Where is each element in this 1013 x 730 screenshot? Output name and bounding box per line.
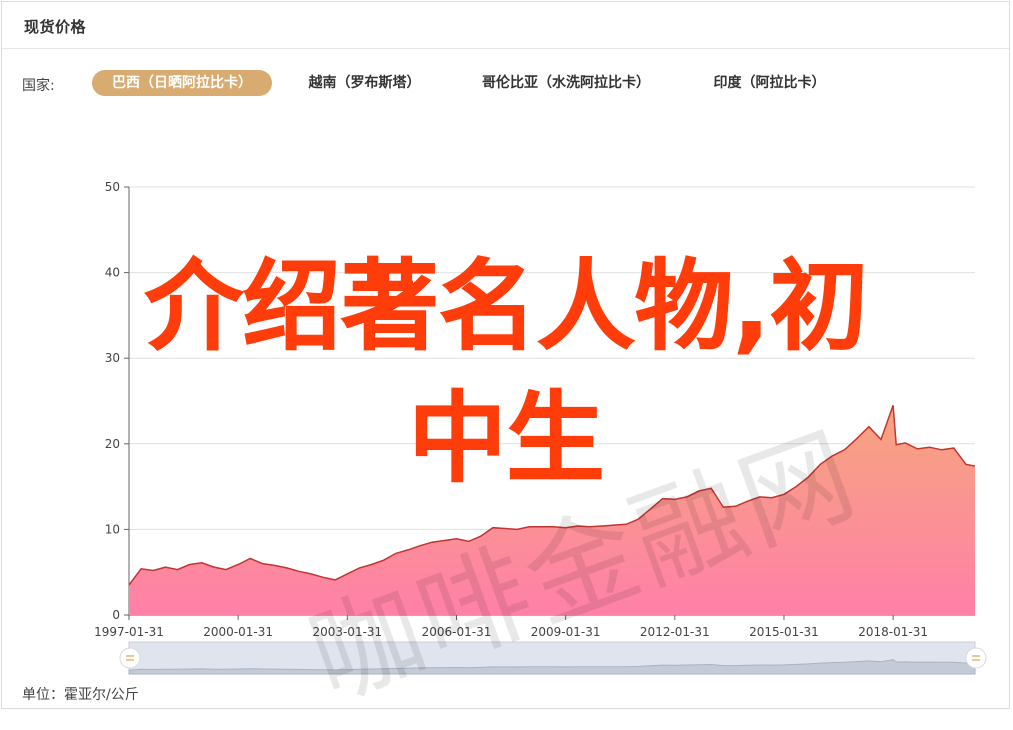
zoom-handle-right[interactable] — [965, 647, 987, 669]
x-tick-label: 2012-01-31 — [640, 625, 710, 639]
x-tick-label: 1997-01-31 — [94, 625, 164, 639]
y-axis: 0 10 20 30 40 50 — [105, 180, 130, 622]
y-tick-label: 30 — [105, 351, 120, 365]
y-tick-label: 40 — [105, 266, 120, 280]
unit-label: 单位：霍亚尔/公斤 — [22, 687, 139, 703]
y-tick-label: 50 — [105, 180, 120, 194]
zoom-handle-left[interactable] — [119, 647, 141, 669]
x-tick-label: 2006-01-31 — [422, 625, 492, 639]
y-tick-label: 20 — [105, 437, 120, 451]
series-area — [129, 405, 975, 615]
price-chart: 0 10 20 30 40 50 1997-01-31 2000-01-31 2003-01-… — [94, 180, 987, 675]
x-axis: 1997-01-31 2000-01-31 2003-01-31 2006-01-31… — [94, 614, 975, 639]
x-tick-label: 2003-01-31 — [312, 625, 382, 639]
y-tick-label: 0 — [112, 608, 120, 622]
x-tick-label: 2015-01-31 — [749, 625, 819, 639]
x-tick-label: 2018-01-31 — [858, 625, 928, 639]
x-tick-label: 2000-01-31 — [203, 625, 273, 639]
y-tick-label: 10 — [105, 522, 120, 536]
x-tick-label: 2009-01-31 — [531, 625, 601, 639]
data-zoom-slider[interactable] — [119, 641, 987, 675]
